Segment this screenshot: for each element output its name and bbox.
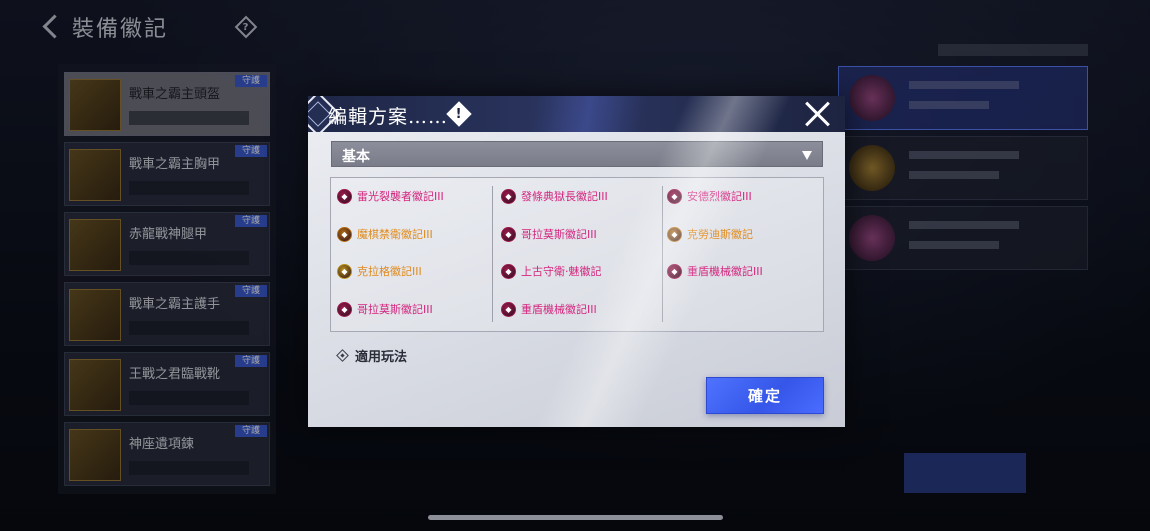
badge-emblem-icon: ◆ bbox=[667, 263, 682, 279]
badge-name: 克拉格徽記III bbox=[357, 265, 422, 278]
badge-name: 哥拉莫斯徽記III bbox=[521, 228, 597, 241]
dialog-header: 編輯方案…… ! bbox=[308, 96, 845, 132]
badge-entry[interactable]: ◆ 雷光裂襲者徽記III bbox=[337, 187, 444, 205]
dialog-title: 編輯方案…… bbox=[328, 106, 449, 128]
triangle-down-icon bbox=[802, 151, 812, 160]
confirm-button[interactable]: 確定 bbox=[706, 377, 824, 414]
badge-list-panel: ◆ 雷光裂襲者徽記III ◆ 魔棋禁衛徽記III ◆ 克拉格徽記III ◆ 哥拉莫斯徽記III… bbox=[330, 177, 824, 332]
plan-dropdown[interactable]: 基本 bbox=[331, 141, 823, 167]
badge-emblem-icon: ◆ bbox=[501, 263, 516, 279]
badge-entry[interactable]: ◆ 發條典獄長徽記III bbox=[501, 187, 608, 205]
diamond-bullet-icon bbox=[336, 349, 349, 362]
badge-name: 哥拉莫斯徽記III bbox=[357, 303, 433, 316]
badge-name: 安德烈徽記III bbox=[687, 190, 752, 203]
badge-entry[interactable]: ◆ 安德烈徽記III bbox=[667, 187, 752, 205]
badge-emblem-icon: ◆ bbox=[337, 263, 352, 279]
badge-entry[interactable]: ◆ 上古守衛·魅徽記 bbox=[501, 262, 602, 280]
badge-emblem-icon: ◆ bbox=[501, 301, 516, 317]
badge-name: 雷光裂襲者徽記III bbox=[357, 190, 444, 203]
badge-entry[interactable]: ◆ 克勞迪斯徽記 bbox=[667, 225, 753, 243]
badge-entry[interactable]: ◆ 克拉格徽記III bbox=[337, 262, 422, 280]
confirm-button-label: 確定 bbox=[747, 387, 782, 405]
badge-name: 上古守衛·魅徽記 bbox=[521, 265, 602, 278]
badge-emblem-icon: ◆ bbox=[667, 188, 682, 204]
home-indicator[interactable] bbox=[428, 515, 723, 520]
badge-name: 重盾機械徽記III bbox=[521, 303, 597, 316]
close-icon[interactable] bbox=[804, 100, 832, 128]
badge-emblem-icon: ◆ bbox=[337, 188, 352, 204]
badge-emblem-icon: ◆ bbox=[501, 188, 516, 204]
column-divider bbox=[662, 186, 663, 322]
badge-emblem-icon: ◆ bbox=[337, 226, 352, 242]
badge-name: 克勞迪斯徽記 bbox=[687, 228, 753, 241]
badge-entry[interactable]: ◆ 重盾機械徽記III bbox=[667, 262, 763, 280]
badge-entry[interactable]: ◆ 重盾機械徽記III bbox=[501, 300, 597, 318]
warning-symbol: ! bbox=[456, 106, 462, 122]
badge-emblem-icon: ◆ bbox=[667, 226, 682, 242]
badge-emblem-icon: ◆ bbox=[337, 301, 352, 317]
badge-entry[interactable]: ◆ 哥拉莫斯徽記III bbox=[501, 225, 597, 243]
badge-emblem-icon: ◆ bbox=[501, 226, 516, 242]
column-divider bbox=[492, 186, 493, 322]
badge-entry[interactable]: ◆ 魔棋禁衛徽記III bbox=[337, 225, 433, 243]
edit-plan-dialog: 編輯方案…… ! 基本 ◆ 雷光裂襲者徽記III ◆ 魔棋禁衛徽記III ◆ 克拉格徽記I… bbox=[308, 96, 845, 427]
badge-name: 魔棋禁衛徽記III bbox=[357, 228, 433, 241]
badge-name: 發條典獄長徽記III bbox=[521, 190, 608, 203]
plan-dropdown-value: 基本 bbox=[342, 149, 370, 165]
badge-name: 重盾機械徽記III bbox=[687, 265, 763, 278]
badge-entry[interactable]: ◆ 哥拉莫斯徽記III bbox=[337, 300, 433, 318]
applicable-mode-label: 適用玩法 bbox=[355, 350, 408, 365]
applicable-mode[interactable]: 適用玩法 bbox=[336, 346, 408, 365]
warning-icon[interactable]: ! bbox=[446, 101, 472, 127]
